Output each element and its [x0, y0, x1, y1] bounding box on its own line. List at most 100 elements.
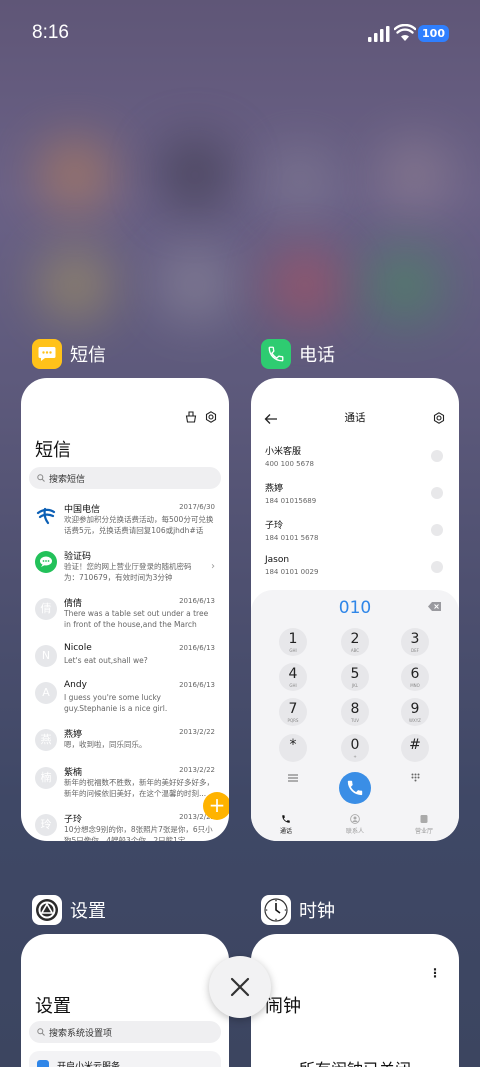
wifi-icon	[394, 24, 416, 41]
menu-icon[interactable]	[288, 774, 298, 782]
call-detail-icon[interactable]	[431, 561, 443, 573]
battery-indicator: 100	[418, 25, 449, 42]
message-preview: Let's eat out,shall we?	[64, 656, 148, 665]
page-title: 短信	[35, 440, 71, 461]
dialpad: 010 1 GHI 2 ABC 3 DEF 4 GHI 5 JKL 6 MNO 7 PQRS …	[251, 590, 459, 841]
avatar: 燕	[35, 729, 57, 751]
message-preview: 嗯，收到啦，同乐同乐。	[64, 740, 147, 749]
backspace-icon[interactable]	[428, 602, 441, 611]
clock-app-card[interactable]: ⋮ 闹钟 所有闹钟已关闭	[251, 934, 459, 1067]
message-date: 2013/2/22	[179, 766, 215, 774]
gear-icon[interactable]	[205, 411, 217, 423]
page-title: 设置	[35, 996, 71, 1017]
search-placeholder: 搜索短信	[49, 474, 86, 485]
message-preview: 欢迎参加积分兑换话费活动，每500分可兑换话费5元，兑换话费请回复106或jhd…	[64, 515, 214, 535]
phone-app-card[interactable]: 通话 小米客服 400 100 5678 燕婷 184 01015689 子玲 …	[251, 378, 459, 841]
dial-key-5[interactable]: 5 JKL	[341, 663, 369, 691]
telecom-logo-icon	[35, 504, 57, 526]
app-label-clock[interactable]: 时钟	[261, 895, 335, 925]
recent-call-row[interactable]: 燕婷 184 01015689	[265, 481, 445, 515]
phone-icon	[282, 815, 290, 823]
sms-app-card[interactable]: 短信 搜索短信 中国电信 2017/6/30 欢迎参加积分兑换话费活动，每500…	[21, 378, 229, 841]
page-title: 通话	[344, 412, 366, 424]
app-label-text: 电话	[299, 345, 335, 366]
contact-number: 184 01015689	[265, 497, 317, 505]
app-label-phone[interactable]: 电话	[261, 339, 335, 369]
clean-icon[interactable]	[185, 411, 197, 423]
keypad-icon[interactable]	[411, 773, 420, 782]
message-preview: 验证！您的网上营业厅登录的随机密码为：710679，有效时间为3分钟	[64, 562, 192, 582]
message-date: 2016/6/13	[179, 597, 215, 605]
contact-number: 184 0101 0029	[265, 568, 319, 576]
message-date: 2016/6/13	[179, 681, 215, 689]
more-options-icon[interactable]: ⋮	[429, 966, 441, 980]
tab-contacts[interactable]: 联系人	[335, 814, 375, 835]
avatar: 玲	[35, 814, 57, 836]
dial-key-hash[interactable]: #	[401, 734, 429, 762]
dial-key-3[interactable]: 3 DEF	[401, 628, 429, 656]
call-detail-icon[interactable]	[431, 450, 443, 462]
call-button[interactable]	[339, 772, 371, 804]
dial-key-1[interactable]: 1 GHI	[279, 628, 307, 656]
status-bar: 8:16 100	[0, 0, 480, 68]
dial-key-6[interactable]: 6 MNO	[401, 663, 429, 691]
avatar: 倩	[35, 598, 57, 620]
settings-app-card[interactable]: 设置 搜索系统设置项 开启小米云服务	[21, 934, 229, 1067]
contact-name: Jason	[265, 555, 290, 565]
app-label-sms[interactable]: 短信	[32, 339, 106, 369]
recent-call-row[interactable]: 小米客服 400 100 5678	[265, 444, 445, 478]
clock-app-icon	[261, 895, 291, 925]
search-input[interactable]: 搜索短信	[29, 467, 221, 489]
search-placeholder: 搜索系统设置项	[49, 1028, 113, 1039]
recent-call-row[interactable]: 子玲 184 0101 5678	[265, 518, 445, 552]
compose-button[interactable]: +	[203, 792, 229, 820]
message-preview: There was a table set out under a tree i…	[64, 609, 209, 629]
sms-app-icon	[32, 339, 62, 369]
alarm-empty-text: 所有闹钟已关闭	[251, 1056, 459, 1067]
phone-app-icon	[261, 339, 291, 369]
contact-number: 184 0101 5678	[265, 534, 319, 542]
list-item[interactable]: A Andy 2016/6/13 I guess you're some luc…	[21, 680, 229, 726]
clear-all-button[interactable]	[209, 956, 271, 1018]
gear-icon[interactable]	[433, 412, 445, 424]
settings-app-icon	[32, 895, 62, 925]
list-item[interactable]: 中国电信 2017/6/30 欢迎参加积分兑换话费活动，每500分可兑换话费5元…	[21, 502, 229, 548]
dial-key-7[interactable]: 7 PQRS	[279, 698, 307, 726]
cloud-icon	[37, 1060, 49, 1067]
tab-service-hall[interactable]: 营业厅	[404, 814, 444, 835]
dial-key-9[interactable]: 9 WXYZ	[401, 698, 429, 726]
phone-icon	[347, 780, 363, 796]
search-input[interactable]: 搜索系统设置项	[29, 1021, 221, 1043]
message-sender: Andy	[64, 680, 87, 690]
recent-call-row[interactable]: Jason 184 0101 0029	[265, 555, 445, 589]
app-label-settings[interactable]: 设置	[32, 895, 106, 925]
status-time: 8:16	[32, 22, 69, 43]
call-detail-icon[interactable]	[431, 524, 443, 536]
avatar: 楠	[35, 767, 57, 789]
message-group-icon	[35, 551, 57, 573]
dial-key-0[interactable]: 0 +	[341, 734, 369, 762]
app-label-text: 短信	[70, 345, 106, 366]
avatar: N	[35, 645, 57, 667]
app-label-text: 时钟	[299, 901, 335, 922]
call-detail-icon[interactable]	[431, 487, 443, 499]
cloud-service-item[interactable]: 开启小米云服务	[29, 1051, 221, 1067]
list-item[interactable]: 倩 倩倩 2016/6/13 There was a table set out…	[21, 596, 229, 642]
list-item[interactable]: 验证码 › 验证！您的网上营业厅登录的随机密码为：710679，有效时间为3分钟	[21, 549, 229, 595]
page-title: 闹钟	[265, 996, 301, 1017]
dial-key-8[interactable]: 8 TUV	[341, 698, 369, 726]
store-icon	[420, 815, 428, 823]
dial-key-star[interactable]: *	[279, 734, 307, 762]
tab-calls[interactable]: 通话	[266, 814, 306, 835]
list-item[interactable]: 玲 子玲 2013/2/22 10分想念9别的你，8张照片7张是你，6只小狗5只…	[21, 812, 229, 841]
contact-name: 子玲	[265, 521, 284, 531]
message-preview: I guess you're some lucky guy.Stephanie …	[64, 693, 168, 713]
dial-key-4[interactable]: 4 GHI	[279, 663, 307, 691]
search-icon	[37, 1028, 45, 1036]
close-icon	[230, 977, 250, 997]
message-preview: 新年的祝福数不胜数，新年的美好好多好多，新年的问候依旧美好，在这个温馨的时刻..…	[64, 778, 214, 798]
list-item[interactable]: 楠 紫楠 2013/2/22 新年的祝福数不胜数，新年的美好好多好多，新年的问候…	[21, 765, 229, 811]
search-icon	[37, 474, 45, 482]
message-date: 2017/6/30	[179, 503, 215, 511]
dial-key-2[interactable]: 2 ABC	[341, 628, 369, 656]
